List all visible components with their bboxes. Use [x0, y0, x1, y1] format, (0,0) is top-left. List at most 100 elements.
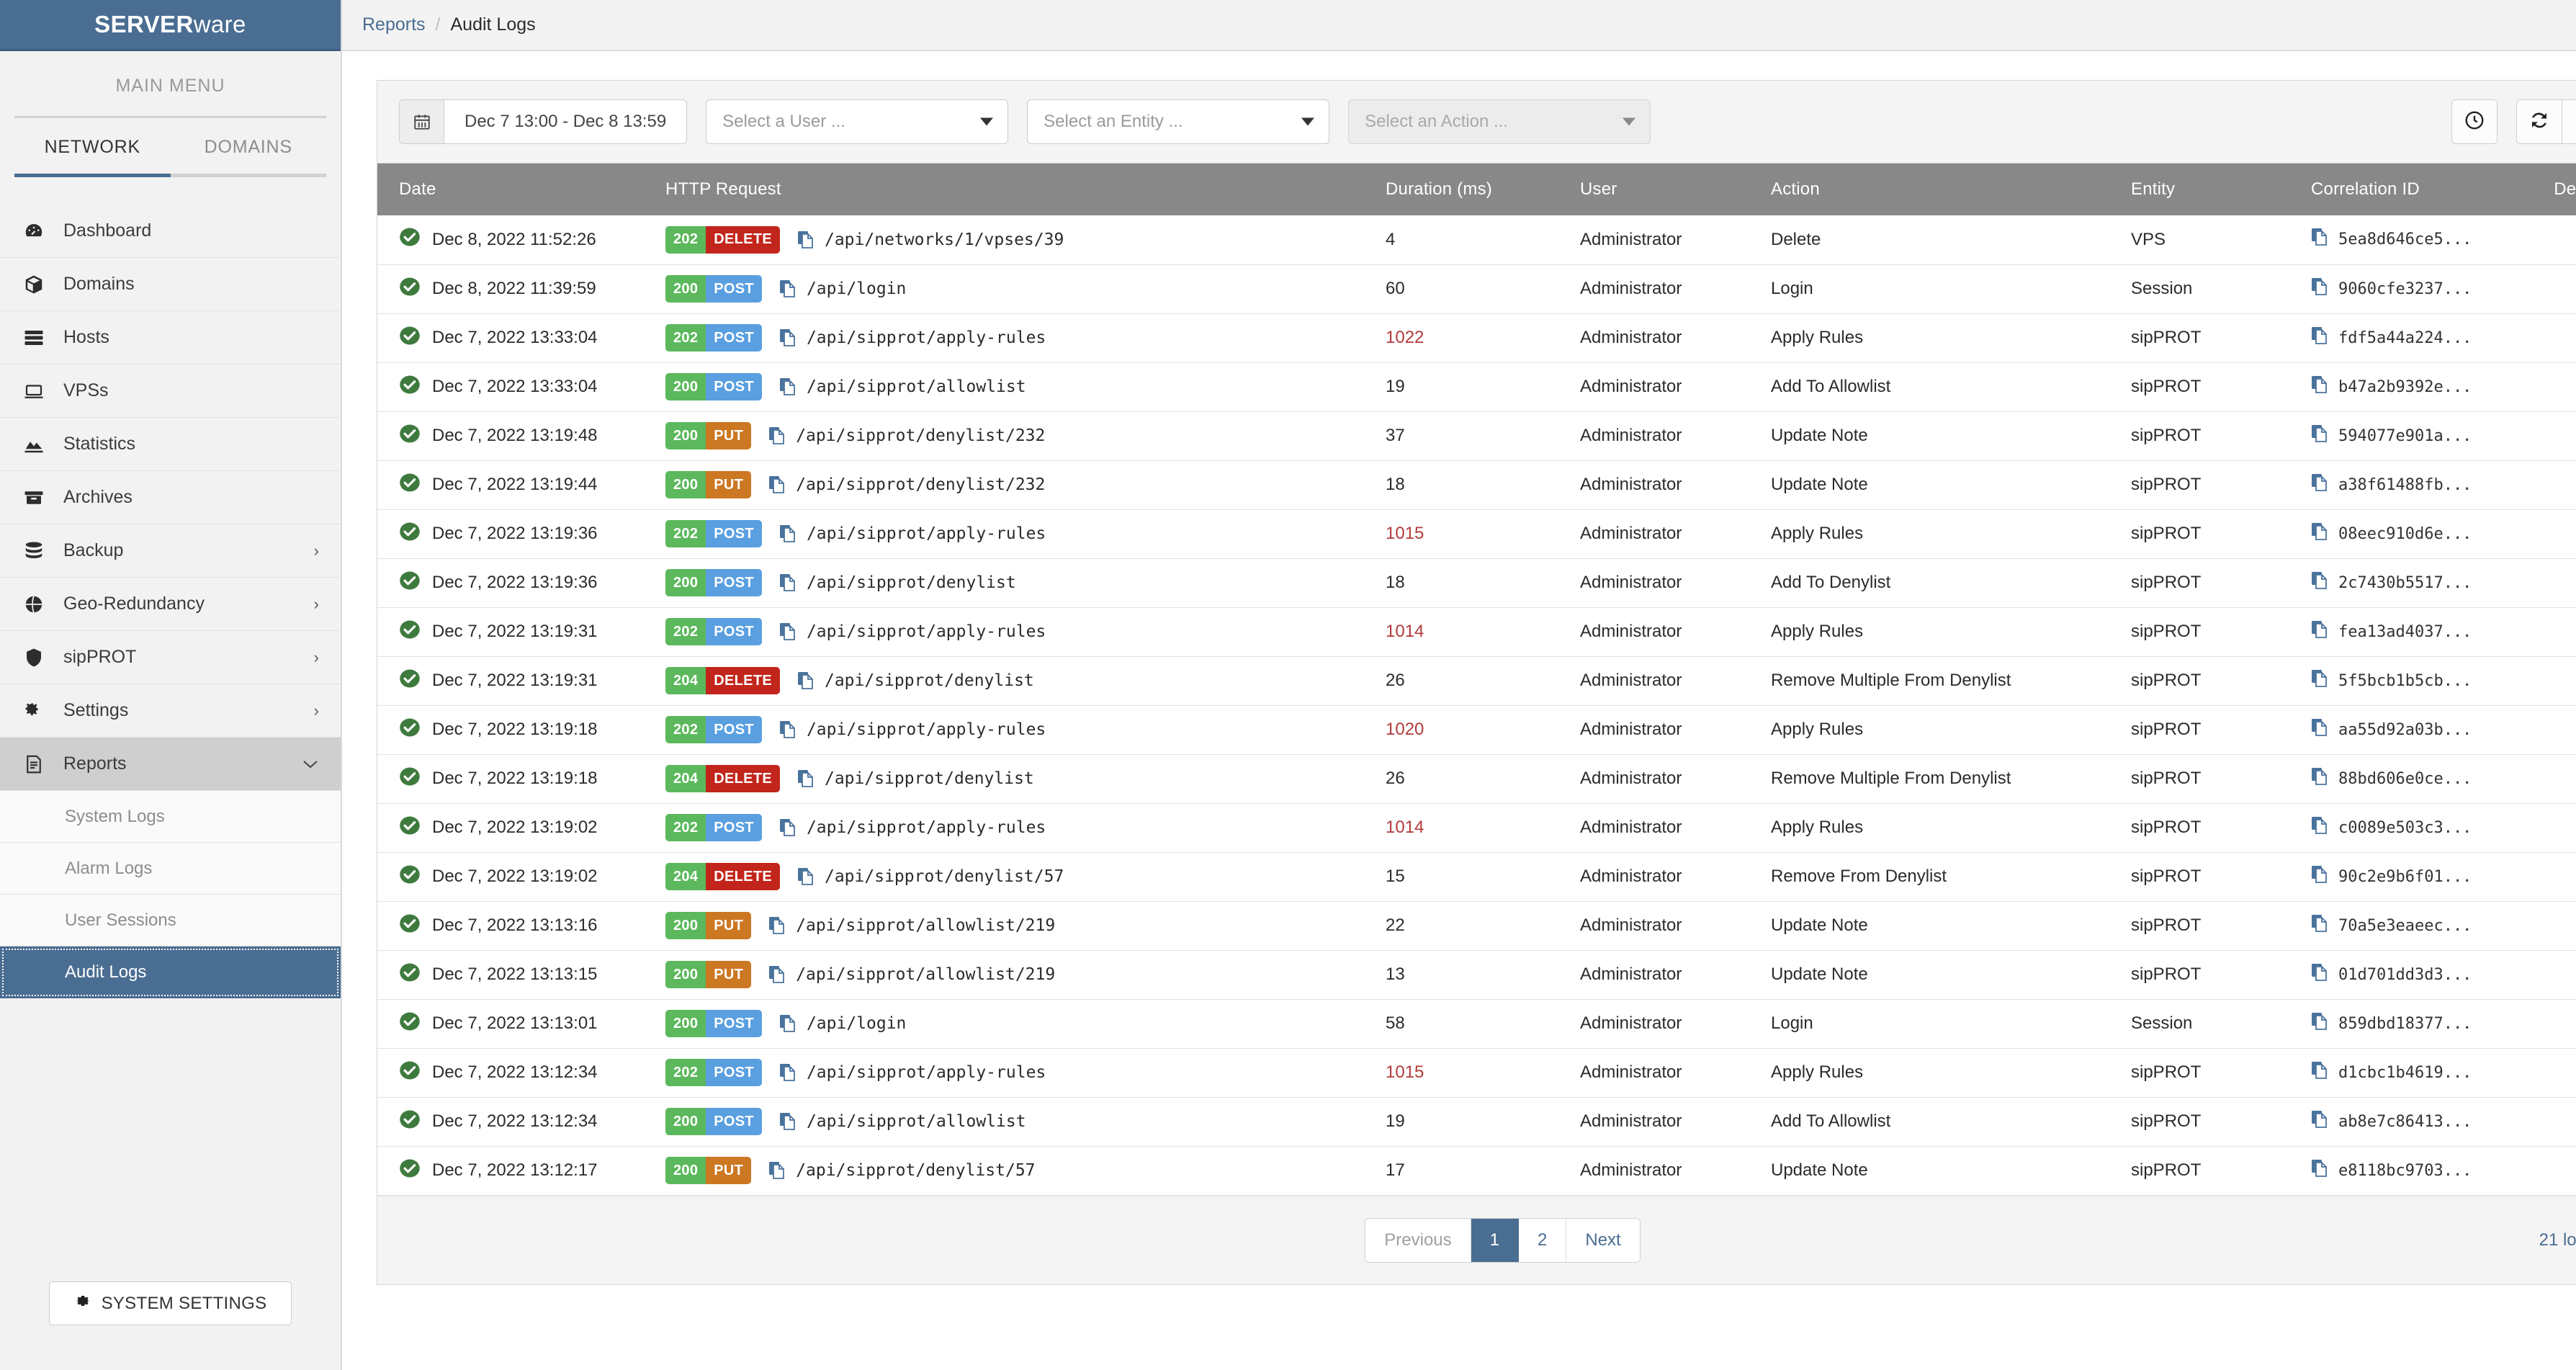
copy-icon[interactable]: [2311, 620, 2328, 644]
copy-icon[interactable]: [779, 1014, 796, 1033]
sidebar-item-geo-redundancy[interactable]: Geo-Redundancy ›: [0, 578, 341, 631]
action-filter-select[interactable]: Select an Action ...: [1348, 99, 1651, 144]
pagination-page-1[interactable]: 1: [1471, 1219, 1519, 1262]
copy-icon[interactable]: [779, 524, 796, 543]
column-header-action[interactable]: Action: [1771, 164, 2131, 215]
sidebar-item-archives[interactable]: Archives: [0, 471, 341, 524]
sidebar-tab-network[interactable]: NETWORK: [14, 118, 171, 177]
copy-icon[interactable]: [2311, 914, 2328, 938]
table-row[interactable]: Dec 7, 2022 13:19:44200PUT/api/sipprot/d…: [377, 460, 2576, 509]
column-header-http-request[interactable]: HTTP Request: [665, 164, 1386, 215]
table-row[interactable]: Dec 7, 2022 13:19:02202POST/api/sipprot/…: [377, 803, 2576, 852]
copy-icon[interactable]: [779, 279, 796, 298]
copy-icon[interactable]: [2311, 522, 2328, 546]
column-header-duration[interactable]: Duration (ms): [1386, 164, 1580, 215]
table-row[interactable]: Dec 7, 2022 13:19:36202POST/api/sipprot/…: [377, 509, 2576, 558]
copy-icon[interactable]: [779, 1063, 796, 1082]
copy-icon[interactable]: [2311, 277, 2328, 301]
copy-icon[interactable]: [2311, 865, 2328, 889]
copy-icon[interactable]: [2311, 1159, 2328, 1183]
copy-icon[interactable]: [2311, 473, 2328, 497]
table-row[interactable]: Dec 7, 2022 13:12:17200PUT/api/sipprot/d…: [377, 1146, 2576, 1195]
sidebar-item-reports[interactable]: Reports: [0, 738, 341, 791]
copy-icon[interactable]: [779, 1112, 796, 1131]
pagination-page-2[interactable]: 2: [1519, 1219, 1566, 1262]
refresh-dropdown-button[interactable]: [2562, 99, 2576, 144]
copy-icon[interactable]: [779, 328, 796, 347]
table-row[interactable]: Dec 7, 2022 13:19:18204DELETE/api/sippro…: [377, 754, 2576, 803]
copy-icon[interactable]: [779, 818, 796, 837]
copy-icon[interactable]: [2311, 816, 2328, 840]
sidebar-item-hosts[interactable]: Hosts: [0, 311, 341, 364]
copy-icon[interactable]: [779, 573, 796, 592]
breadcrumb-parent-link[interactable]: Reports: [362, 14, 426, 35]
copy-icon[interactable]: [2311, 571, 2328, 595]
copy-icon[interactable]: [2311, 424, 2328, 448]
pagination-next[interactable]: Next: [1566, 1219, 1639, 1262]
copy-icon[interactable]: [2311, 1012, 2328, 1036]
sidebar-item-settings[interactable]: Settings ›: [0, 684, 341, 738]
copy-icon[interactable]: [768, 426, 786, 445]
copy-icon[interactable]: [779, 377, 796, 396]
sidebar-item-statistics[interactable]: Statistics: [0, 418, 341, 471]
sidebar-subitem-system-logs[interactable]: System Logs: [0, 791, 341, 843]
table-row[interactable]: Dec 7, 2022 13:19:48200PUT/api/sipprot/d…: [377, 411, 2576, 460]
calendar-icon[interactable]: [400, 100, 444, 143]
cell-entity: sipPROT: [2131, 607, 2311, 656]
table-row[interactable]: Dec 7, 2022 13:13:15200PUT/api/sipprot/a…: [377, 950, 2576, 999]
copy-icon[interactable]: [768, 1161, 786, 1180]
copy-icon[interactable]: [797, 867, 814, 886]
table-row[interactable]: Dec 7, 2022 13:19:31202POST/api/sipprot/…: [377, 607, 2576, 656]
copy-icon[interactable]: [797, 671, 814, 690]
date-range-picker[interactable]: Dec 7 13:00 - Dec 8 13:59: [399, 99, 687, 144]
date-range-value[interactable]: Dec 7 13:00 - Dec 8 13:59: [444, 112, 686, 132]
sidebar-item-domains[interactable]: Domains: [0, 258, 341, 311]
column-header-correlation-id[interactable]: Correlation ID: [2311, 164, 2549, 215]
copy-icon[interactable]: [2311, 669, 2328, 693]
table-row[interactable]: Dec 8, 2022 11:39:59200POST/api/login60A…: [377, 264, 2576, 313]
pagination-previous[interactable]: Previous: [1365, 1219, 1471, 1262]
copy-icon[interactable]: [2311, 718, 2328, 742]
copy-icon[interactable]: [768, 965, 786, 984]
sidebar-item-backup[interactable]: Backup ›: [0, 524, 341, 578]
sidebar-subitem-alarm-logs[interactable]: Alarm Logs: [0, 843, 341, 895]
table-row[interactable]: Dec 7, 2022 13:12:34202POST/api/sipprot/…: [377, 1048, 2576, 1097]
copy-icon[interactable]: [779, 622, 796, 641]
entity-filter-select[interactable]: Select an Entity ...: [1027, 99, 1329, 144]
table-row[interactable]: Dec 7, 2022 13:13:16200PUT/api/sipprot/a…: [377, 901, 2576, 950]
column-header-user[interactable]: User: [1580, 164, 1771, 215]
copy-icon[interactable]: [2311, 375, 2328, 399]
auto-refresh-interval-button[interactable]: [2451, 99, 2498, 144]
table-row[interactable]: Dec 7, 2022 13:19:36200POST/api/sipprot/…: [377, 558, 2576, 607]
table-row[interactable]: Dec 7, 2022 13:19:02204DELETE/api/sippro…: [377, 852, 2576, 901]
copy-icon[interactable]: [2311, 963, 2328, 987]
sidebar-subitem-audit-logs[interactable]: Audit Logs: [0, 946, 341, 998]
table-row[interactable]: Dec 8, 2022 11:52:26202DELETE/api/networ…: [377, 215, 2576, 264]
sidebar-subitem-user-sessions[interactable]: User Sessions: [0, 895, 341, 946]
table-row[interactable]: Dec 7, 2022 13:33:04202POST/api/sipprot/…: [377, 313, 2576, 362]
table-row[interactable]: Dec 7, 2022 13:13:01200POST/api/login58A…: [377, 999, 2576, 1048]
copy-icon[interactable]: [2311, 767, 2328, 791]
copy-icon[interactable]: [2311, 228, 2328, 251]
column-header-entity[interactable]: Entity: [2131, 164, 2311, 215]
refresh-button[interactable]: [2516, 99, 2562, 144]
sidebar-item-sipprot[interactable]: sipPROT ›: [0, 631, 341, 684]
copy-icon[interactable]: [768, 916, 786, 935]
copy-icon[interactable]: [797, 769, 814, 788]
table-row[interactable]: Dec 7, 2022 13:19:18202POST/api/sipprot/…: [377, 705, 2576, 754]
sidebar-tab-domains[interactable]: DOMAINS: [171, 118, 327, 177]
copy-icon[interactable]: [779, 720, 796, 739]
copy-icon[interactable]: [2311, 326, 2328, 350]
table-row[interactable]: Dec 7, 2022 13:19:31204DELETE/api/sippro…: [377, 656, 2576, 705]
sidebar-item-dashboard[interactable]: Dashboard: [0, 205, 341, 258]
column-header-date[interactable]: Date: [377, 164, 665, 215]
table-row[interactable]: Dec 7, 2022 13:12:34200POST/api/sipprot/…: [377, 1097, 2576, 1146]
user-filter-select[interactable]: Select a User ...: [706, 99, 1008, 144]
copy-icon[interactable]: [797, 230, 814, 249]
copy-icon[interactable]: [768, 475, 786, 494]
copy-icon[interactable]: [2311, 1110, 2328, 1134]
table-row[interactable]: Dec 7, 2022 13:33:04200POST/api/sipprot/…: [377, 362, 2576, 411]
copy-icon[interactable]: [2311, 1061, 2328, 1085]
system-settings-button[interactable]: SYSTEM SETTINGS: [49, 1281, 292, 1325]
sidebar-item-vpss[interactable]: VPSs: [0, 364, 341, 418]
